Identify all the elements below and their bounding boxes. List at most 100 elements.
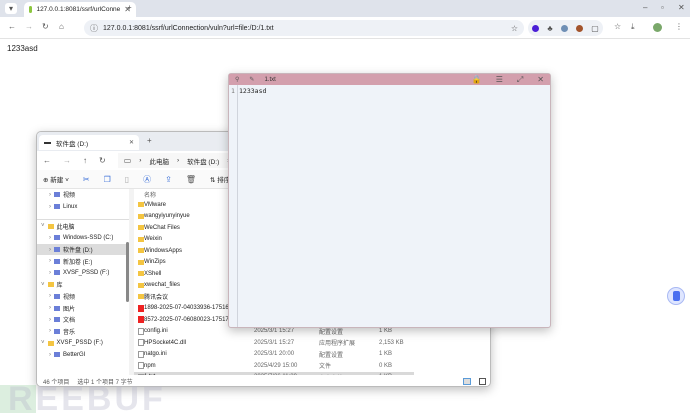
pin-icon[interactable]: ⚲ — [235, 76, 239, 83]
details-view-icon[interactable] — [463, 378, 471, 385]
chevron-icon[interactable]: ˅ — [41, 340, 45, 346]
delete-icon[interactable]: 🗑 — [186, 175, 196, 184]
expand-icon[interactable]: ⤢ — [517, 75, 523, 85]
column-header-name[interactable]: 名称 — [144, 190, 156, 199]
file-row[interactable]: natgo.ini 2025/3/1 20:00 配置设置 1 KB — [134, 349, 414, 361]
chevron-icon[interactable]: › — [49, 204, 51, 210]
close-icon[interactable]: ✕ — [537, 75, 544, 84]
file-name: xwechat_files — [144, 282, 181, 289]
chevron-icon[interactable]: › — [49, 235, 51, 241]
sidebar-item[interactable]: › 软件盘 (D:) — [37, 243, 129, 256]
minimize-icon[interactable]: – — [643, 3, 647, 12]
reload-icon[interactable]: ↻ — [42, 22, 49, 31]
avatar[interactable] — [653, 23, 662, 32]
copy-icon[interactable]: ❐ — [104, 175, 111, 184]
bookmark-star-icon[interactable]: ☆ — [511, 24, 518, 33]
sidebar-item[interactable]: ˅ 库 — [37, 279, 129, 291]
breadcrumb-item[interactable]: 软件盘 (D:) — [187, 156, 219, 166]
close-window-icon[interactable]: ✕ — [678, 3, 685, 12]
pen-icon[interactable]: ✎ — [249, 76, 254, 83]
folder-icon — [54, 328, 60, 334]
extension-icon[interactable] — [532, 24, 540, 32]
folder-icon — [54, 247, 60, 253]
tiles-view-icon[interactable] — [479, 378, 486, 385]
chevron-icon[interactable]: › — [49, 258, 51, 264]
explorer-tab-title: 软件盘 (D:) — [56, 140, 89, 148]
lock-icon[interactable]: 🔒 — [472, 75, 482, 84]
folder-icon — [54, 270, 60, 276]
page-content: 1233asd — [7, 44, 38, 53]
extension-icon[interactable] — [576, 24, 584, 32]
refresh-icon[interactable]: ↻ — [99, 156, 106, 165]
file-name: 腾讯会议 — [144, 295, 169, 302]
file-row[interactable]: npm 2025/4/29 15:00 文件 0 KB — [134, 360, 414, 372]
chevron-icon[interactable]: ˅ — [41, 223, 45, 229]
sidebar-item[interactable]: ˅ XVSF_PSSD (F:) — [37, 337, 129, 349]
explorer-tab[interactable]: 软件盘 (D:) ✕ — [39, 135, 139, 150]
tab-search-icon[interactable]: ▾ — [5, 3, 17, 14]
back-icon[interactable]: ← — [8, 22, 16, 31]
sidebar-item[interactable]: › Windows-SSD (C:) — [37, 232, 129, 244]
settings-icon[interactable]: ☰ — [496, 75, 503, 84]
chevron-icon[interactable]: › — [49, 328, 51, 334]
chevron-icon[interactable]: › — [49, 293, 51, 299]
up-icon[interactable]: ↑ — [83, 156, 87, 165]
back-icon[interactable]: ← — [43, 156, 51, 165]
sidebar-item[interactable]: ˅ 此电脑 — [37, 220, 129, 232]
new-button[interactable]: ⊕ 新建 ˅ — [43, 174, 69, 184]
file-row[interactable]: HPSocket4C.dll 2025/3/1 15:27 应用程序扩展 2,153 … — [134, 337, 414, 349]
favicon-icon — [29, 6, 33, 13]
floating-assistant-button[interactable] — [667, 287, 685, 305]
folder-icon — [54, 317, 60, 323]
sidebar-item[interactable] — [37, 212, 129, 221]
watermark: REEBUF — [8, 380, 166, 418]
new-tab-icon[interactable]: + — [147, 136, 152, 145]
sidebar-item[interactable]: › 视频 — [37, 291, 129, 303]
file-type: 配置设置 — [319, 329, 344, 336]
sidebar-item[interactable]: › BetterGI — [37, 349, 129, 361]
file-date: 2025/3/1 20:00 — [254, 351, 295, 358]
cut-icon[interactable]: ✂ — [83, 175, 90, 184]
browser-tab[interactable]: 127.0.0.1:8081/ssrf/urlConne ✕ — [24, 2, 136, 17]
sidebar-item[interactable]: › Linux — [37, 201, 129, 213]
chevron-icon[interactable]: › — [49, 352, 51, 358]
notepad-title: 1.txt — [264, 76, 276, 83]
menu-icon[interactable]: ⋮ — [675, 22, 683, 31]
extensions-puzzle-icon[interactable]: ▢ — [591, 24, 599, 33]
file-date: 2025/4/29 15:00 — [254, 362, 298, 369]
sidebar-item[interactable]: › XVSF_PSSD (F:) — [37, 267, 129, 279]
chevron-icon[interactable]: › — [49, 247, 51, 253]
home-icon[interactable]: ⌂ — [59, 22, 64, 31]
paste-icon[interactable]: ▯ — [125, 175, 129, 184]
sidebar-item[interactable]: › 新加卷 (E:) — [37, 255, 129, 267]
sidebar-item[interactable]: › 图片 — [37, 302, 129, 314]
forward-icon[interactable]: → — [25, 22, 33, 31]
tab-title: 127.0.0.1:8081/ssrf/urlConne — [36, 6, 121, 13]
sidebar-scrollbar[interactable] — [126, 242, 129, 302]
download-icon[interactable]: ⤓ — [631, 22, 635, 32]
notepad-editor[interactable]: 1 1233asd — [229, 85, 550, 327]
chevron-icon[interactable]: ˅ — [41, 282, 45, 288]
url-input[interactable]: ⓘ 127.0.0.1:8081/ssrf/urlConnection/vuln… — [84, 20, 524, 36]
chevron-icon[interactable]: › — [49, 270, 51, 276]
extension-icon[interactable]: ♣ — [547, 24, 552, 33]
chevron-icon[interactable]: › — [49, 317, 51, 323]
sidebar-item[interactable]: › 音乐 — [37, 326, 129, 338]
extension-icon[interactable] — [560, 24, 568, 32]
rename-icon[interactable]: Ⓐ — [143, 174, 151, 185]
breadcrumb-item[interactable]: 此电脑 — [149, 156, 169, 166]
file-name: WeChat Files — [144, 224, 180, 231]
notepad-titlebar: ⚲ ✎ 1.txt 🔒 ☰ ⤢ ✕ — [229, 74, 550, 85]
chevron-icon[interactable]: › — [49, 305, 51, 311]
file-name: natgo.ini — [144, 351, 167, 358]
sidebar-item[interactable]: › 文档 — [37, 314, 129, 326]
share-icon[interactable]: ⇪ — [165, 175, 172, 184]
maximize-icon[interactable]: ▫ — [661, 3, 664, 12]
favorites-icon[interactable]: ☆ — [614, 22, 621, 31]
forward-icon[interactable]: → — [63, 156, 71, 165]
sidebar-item-label: XVSF_PSSD (F:) — [56, 340, 103, 347]
close-icon[interactable]: ✕ — [129, 139, 134, 146]
chevron-icon[interactable]: › — [49, 192, 51, 198]
new-tab-icon[interactable]: + — [127, 3, 132, 12]
sidebar-item[interactable]: › 视频 — [37, 189, 129, 201]
